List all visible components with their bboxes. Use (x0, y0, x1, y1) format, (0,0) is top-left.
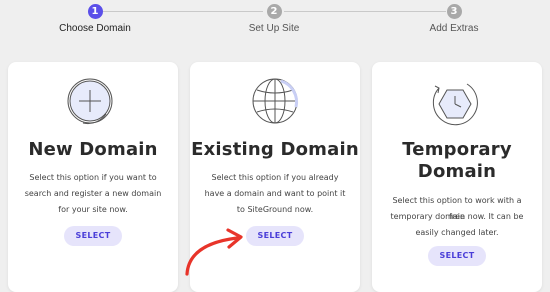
stepper: 1 Choose Domain 2 Set Up Site 3 Add Extr… (0, 0, 550, 40)
step-add-extras[interactable]: 3 Add Extras (379, 4, 529, 34)
card-description-line: temporary domain now. It can be (390, 212, 524, 221)
card-title: Existing Domain (191, 139, 359, 160)
step-number: 2 (266, 4, 282, 19)
select-button[interactable]: SELECT (428, 246, 486, 266)
step-label: Add Extras (429, 23, 479, 34)
step-label: Set Up Site (248, 23, 300, 34)
card-title: Temporary (402, 139, 512, 160)
step-number: 3 (446, 4, 462, 19)
plus-circle-icon (63, 76, 123, 137)
card-description-line: to SiteGround now. (236, 205, 314, 214)
step-choose-domain[interactable]: 1 Choose Domain (20, 4, 170, 34)
card-description-line: search and register a new domain (24, 189, 162, 198)
card-temporary-domain[interactable]: Temporary Domain Select this option to w… (372, 62, 542, 292)
card-description-line: Select this option if you want to (29, 173, 157, 182)
card-title: Domain (417, 161, 497, 182)
step-number: 1 (87, 4, 103, 19)
step-label: Choose Domain (59, 23, 131, 34)
card-description-line: have a domain and want to point it (204, 189, 346, 198)
card-description-line: Select this option if you already (211, 173, 339, 182)
select-button[interactable]: SELECT (246, 226, 304, 246)
card-new-domain[interactable]: New Domain Select this option if you wan… (8, 62, 178, 292)
step-set-up-site[interactable]: 2 Set Up Site (199, 4, 349, 34)
card-description-line: for your site now. (58, 205, 128, 214)
clock-rotate-icon (427, 76, 487, 137)
card-title: New Domain (28, 139, 158, 160)
red-arrow-icon (183, 226, 253, 285)
card-description-line: easily changed later. (415, 228, 499, 237)
select-button[interactable]: SELECT (64, 226, 122, 246)
globe-icon (247, 76, 303, 137)
